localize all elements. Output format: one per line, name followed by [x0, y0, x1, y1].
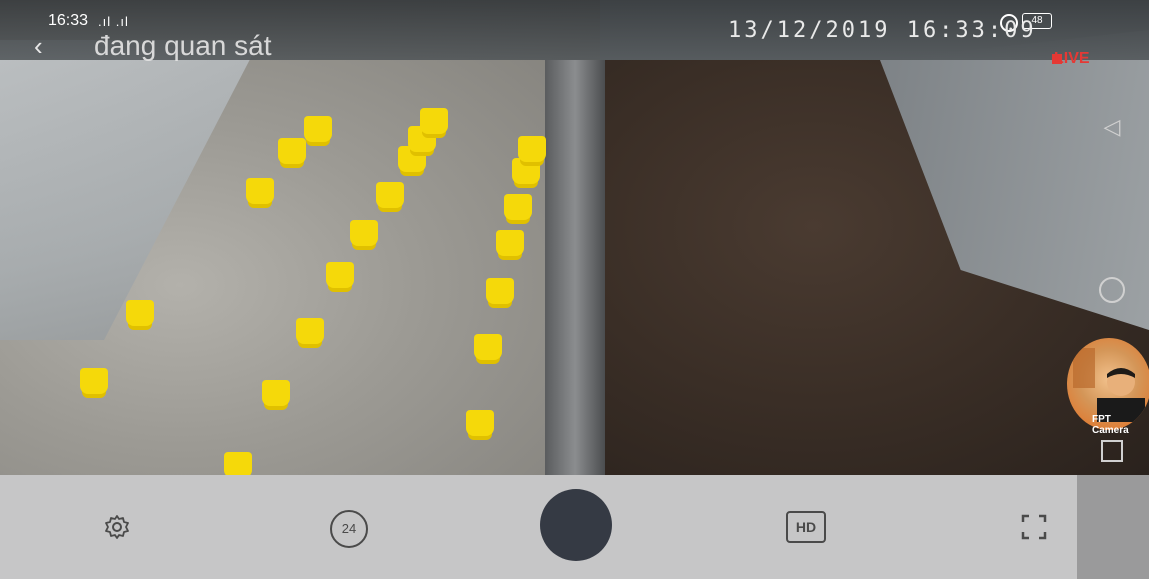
feeder	[278, 138, 306, 164]
feeder	[80, 368, 108, 394]
feeder	[350, 220, 378, 246]
record-button[interactable]	[540, 489, 612, 561]
control-bar	[0, 475, 1077, 579]
pen-divider	[545, 60, 605, 475]
feeder	[326, 262, 354, 288]
feeder	[474, 334, 502, 360]
feeder	[504, 194, 532, 220]
replay-24h-icon[interactable]: 24	[330, 510, 368, 548]
feeder	[376, 182, 404, 208]
feeder	[486, 278, 514, 304]
feeder	[246, 178, 274, 204]
feeder	[496, 230, 524, 256]
feeder	[224, 452, 252, 475]
back-arrow-icon[interactable]: ‹	[34, 33, 54, 59]
feeder	[296, 318, 324, 344]
status-time: 16:33	[48, 12, 89, 29]
camera-feed	[0, 0, 1149, 475]
avatar-brand-label: FPT Camera	[1092, 414, 1129, 436]
osd-timestamp: 13/12/2019 16:33:09	[728, 18, 1037, 43]
square-recent-icon[interactable]	[1101, 440, 1123, 462]
feeder	[420, 108, 448, 134]
hd-icon[interactable]: HD	[786, 511, 826, 543]
circle-home-icon[interactable]	[1099, 277, 1125, 303]
control-bar-right	[1077, 475, 1149, 579]
gear-icon[interactable]	[104, 514, 130, 540]
feeder	[262, 380, 290, 406]
feeder	[466, 410, 494, 436]
triangle-back-icon[interactable]: ◁	[1099, 114, 1125, 140]
fullscreen-icon[interactable]	[1021, 514, 1047, 540]
feeder	[518, 136, 546, 162]
feeder	[304, 116, 332, 142]
feeder	[126, 300, 154, 326]
page-title: đang quan sát	[94, 30, 272, 61]
signal-icon: .ıl .ıl	[98, 14, 129, 29]
